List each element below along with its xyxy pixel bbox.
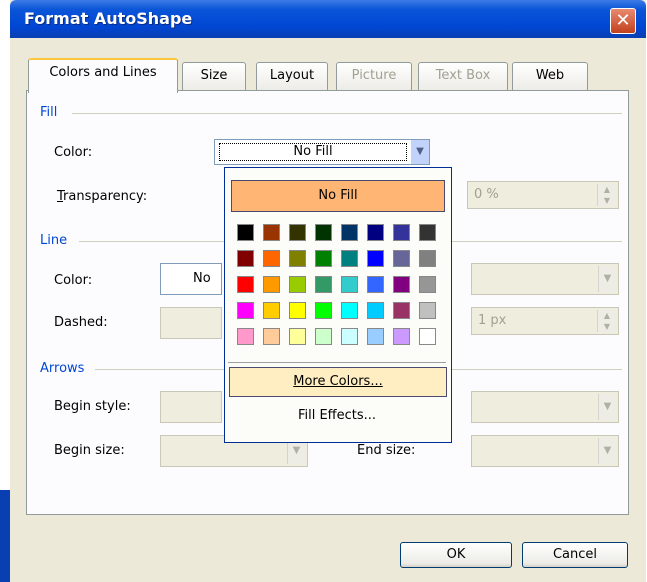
format-autoshape-dialog: Format AutoShape ✕ Colors and Lines Size… xyxy=(10,0,646,582)
begin-size-label: Begin size: xyxy=(54,443,125,458)
color-swatch[interactable] xyxy=(393,224,410,241)
line-weight-value: 1 px xyxy=(478,313,507,328)
chevron-down-icon[interactable]: ▼ xyxy=(598,266,616,292)
tab-web[interactable]: Web xyxy=(512,62,588,91)
line-color-value: No xyxy=(193,271,211,286)
color-swatch[interactable] xyxy=(237,276,254,293)
color-swatch[interactable] xyxy=(289,302,306,319)
end-size-dropdown[interactable]: ▼ xyxy=(471,435,619,467)
ok-button[interactable]: OK xyxy=(400,542,512,568)
transparency-label: Transparency: xyxy=(57,189,148,204)
color-swatch[interactable] xyxy=(419,276,436,293)
color-swatch[interactable] xyxy=(393,276,410,293)
color-swatch[interactable] xyxy=(289,250,306,267)
color-swatch[interactable] xyxy=(341,302,358,319)
color-swatch[interactable] xyxy=(263,328,280,345)
transparency-value: 0 % xyxy=(474,187,499,202)
color-swatch[interactable] xyxy=(393,250,410,267)
color-swatch[interactable] xyxy=(289,224,306,241)
fill-heading: Fill xyxy=(40,105,58,120)
fill-divider xyxy=(72,113,622,114)
line-color-dropdown[interactable]: No xyxy=(160,263,222,295)
end-style-dropdown[interactable]: ▼ xyxy=(471,391,619,423)
tab-layout[interactable]: Layout xyxy=(256,62,328,91)
transparency-field[interactable]: 0 % ▲ ▼ xyxy=(467,181,619,209)
color-swatch[interactable] xyxy=(419,302,436,319)
title-bar[interactable]: Format AutoShape ✕ xyxy=(10,0,646,38)
line-heading: Line xyxy=(40,233,68,248)
color-swatch[interactable] xyxy=(237,302,254,319)
no-fill-option[interactable]: No Fill xyxy=(231,180,445,212)
more-colors-option[interactable]: More Colors... xyxy=(229,367,447,397)
spinner-arrows-icon[interactable]: ▲ ▼ xyxy=(597,310,616,332)
end-size-label: End size: xyxy=(357,443,416,458)
fill-effects-option[interactable]: Fill Effects... xyxy=(229,402,445,430)
color-swatch[interactable] xyxy=(315,250,332,267)
fill-color-dropdown[interactable]: No Fill ▼ xyxy=(214,139,430,165)
color-swatch[interactable] xyxy=(393,328,410,345)
color-swatch[interactable] xyxy=(341,224,358,241)
color-swatch[interactable] xyxy=(263,250,280,267)
close-button[interactable]: ✕ xyxy=(610,8,636,34)
fill-color-popup: No Fill More Colors... Fill Effects... xyxy=(224,167,452,443)
color-swatch[interactable] xyxy=(315,276,332,293)
color-swatch[interactable] xyxy=(315,302,332,319)
background-strip xyxy=(0,490,10,582)
color-swatch[interactable] xyxy=(367,276,384,293)
dashed-dropdown[interactable] xyxy=(160,307,222,339)
window-title: Format AutoShape xyxy=(24,9,193,28)
line-color-label: Color: xyxy=(54,273,93,288)
color-swatch[interactable] xyxy=(289,276,306,293)
color-swatch[interactable] xyxy=(237,328,254,345)
close-icon: ✕ xyxy=(615,10,631,31)
color-swatch[interactable] xyxy=(315,328,332,345)
spinner-arrows-icon[interactable]: ▲ ▼ xyxy=(597,184,616,206)
color-swatch[interactable] xyxy=(341,250,358,267)
dashed-label: Dashed: xyxy=(54,315,108,330)
color-swatch[interactable] xyxy=(419,250,436,267)
tab-text-box[interactable]: Text Box xyxy=(418,62,508,91)
fill-color-value: No Fill xyxy=(219,143,407,161)
color-swatch[interactable] xyxy=(367,250,384,267)
chevron-down-icon[interactable]: ▼ xyxy=(598,394,616,420)
tab-picture[interactable]: Picture xyxy=(336,62,412,91)
color-swatch[interactable] xyxy=(393,302,410,319)
begin-style-dropdown[interactable] xyxy=(160,391,222,423)
fill-effects-label: Fill Effects... xyxy=(297,408,377,423)
line-style-dropdown[interactable]: ▼ xyxy=(471,263,619,295)
color-swatch[interactable] xyxy=(367,302,384,319)
color-swatch[interactable] xyxy=(341,276,358,293)
color-swatch[interactable] xyxy=(237,224,254,241)
color-swatch[interactable] xyxy=(263,276,280,293)
color-swatch[interactable] xyxy=(367,328,384,345)
color-swatch[interactable] xyxy=(341,328,358,345)
color-swatch[interactable] xyxy=(263,302,280,319)
color-swatch[interactable] xyxy=(263,224,280,241)
tab-colors-and-lines[interactable]: Colors and Lines xyxy=(28,58,178,93)
color-swatch[interactable] xyxy=(237,250,254,267)
begin-style-label: Begin style: xyxy=(54,399,131,414)
popup-divider xyxy=(228,362,446,363)
chevron-down-icon[interactable]: ▼ xyxy=(598,438,616,464)
chevron-down-icon[interactable]: ▼ xyxy=(411,140,429,164)
color-swatch[interactable] xyxy=(289,328,306,345)
arrows-heading: Arrows xyxy=(40,361,85,376)
more-colors-label: More Colors... xyxy=(293,374,383,389)
color-swatch[interactable] xyxy=(367,224,384,241)
cancel-button[interactable]: Cancel xyxy=(522,542,628,568)
color-swatch[interactable] xyxy=(419,328,436,345)
color-swatch[interactable] xyxy=(419,224,436,241)
tab-size[interactable]: Size xyxy=(182,62,246,91)
fill-color-label: Color: xyxy=(54,145,93,160)
color-swatch[interactable] xyxy=(315,224,332,241)
line-weight-field[interactable]: 1 px ▲ ▼ xyxy=(471,307,619,335)
